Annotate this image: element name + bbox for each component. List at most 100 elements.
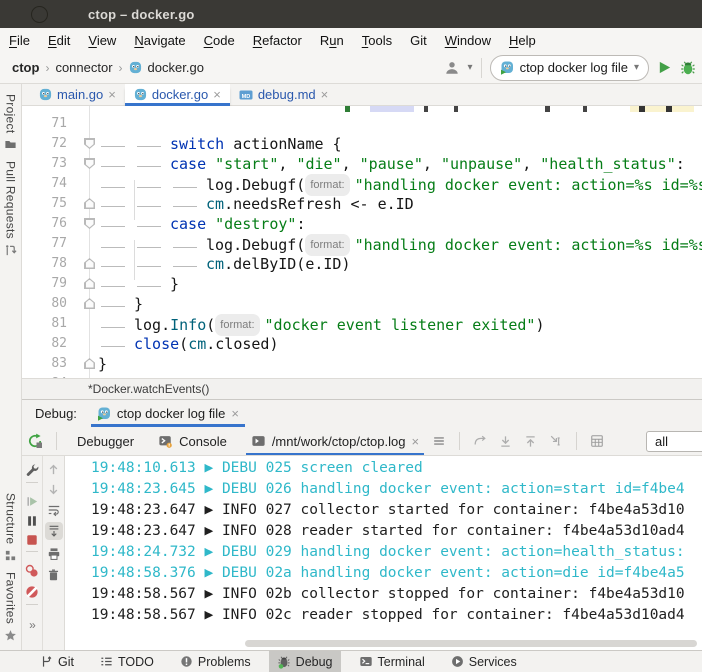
fold-marker-icon[interactable] — [84, 258, 95, 269]
breadcrumb-item-docker.go[interactable]: docker.go — [148, 60, 204, 75]
token — [206, 155, 215, 173]
tab-whitespace — [134, 265, 170, 269]
console-tab-console[interactable]: Console — [153, 427, 232, 455]
code-line-83: 83} — [22, 354, 702, 374]
tab-whitespace — [170, 205, 206, 209]
statusbar-label: Problems — [198, 655, 251, 669]
statusbar-services[interactable]: Services — [443, 651, 525, 672]
tool-window-button-structure[interactable]: Structure — [4, 493, 18, 562]
menu-bar: FileEditViewNavigateCodeRefactorRunTools… — [0, 28, 702, 52]
line-number: 80 — [22, 294, 67, 314]
fold-marker-icon[interactable] — [84, 158, 95, 169]
close-icon[interactable]: × — [231, 406, 239, 421]
toolbar-separator — [576, 432, 577, 450]
tab-whitespace — [170, 265, 206, 269]
code-line-82: 82close(cm.closed) — [22, 334, 702, 354]
close-icon[interactable]: × — [321, 88, 329, 101]
editor-tab-main.go[interactable]: main.go× — [30, 84, 125, 105]
menu-refactor[interactable]: Refactor — [244, 33, 311, 48]
close-icon[interactable]: × — [411, 434, 419, 449]
log-level-filter-select[interactable]: all — [646, 431, 702, 452]
run-button[interactable] — [657, 60, 672, 75]
fold-marker-icon[interactable] — [84, 218, 95, 229]
tool-window-label: Favorites — [4, 572, 18, 624]
breadcrumb-item-connector[interactable]: connector — [55, 60, 112, 75]
log-output[interactable]: 19:48:10.613 ▶ DEBU 025 screen cleared19… — [65, 456, 702, 650]
tab-label: Debugger — [77, 434, 134, 449]
fold-marker-icon[interactable] — [84, 138, 95, 149]
arrow-up-icon[interactable] — [47, 463, 60, 476]
token — [206, 215, 215, 233]
debug-session-tab[interactable]: ctop docker log file × — [91, 400, 245, 427]
menu-run[interactable]: Run — [311, 33, 353, 48]
resume-icon[interactable] — [26, 495, 39, 508]
token: actionName { — [224, 135, 341, 153]
fold-marker-icon[interactable] — [84, 358, 95, 369]
menu-tools[interactable]: Tools — [353, 33, 401, 48]
scroll-to-cursor-icon[interactable] — [549, 434, 563, 448]
view-breakpoints-icon[interactable] — [25, 564, 39, 578]
todo-list-icon — [100, 655, 113, 668]
console-tab--mnt-work-ctop-ctop-log[interactable]: /mnt/work/ctop/ctop.log× — [246, 427, 424, 455]
statusbar-git[interactable]: Git — [32, 651, 82, 672]
token: log. — [134, 316, 170, 334]
tool-window-button-pull-requests[interactable]: Pull Requests — [4, 161, 18, 257]
tool-window-button-project[interactable]: Project — [4, 94, 18, 151]
pause-icon[interactable] — [26, 515, 38, 527]
editor-tab-docker.go[interactable]: docker.go× — [125, 84, 230, 105]
code-editor[interactable]: 7172switch actionName {73case "start", "… — [22, 106, 702, 378]
tool-window-button-favorites[interactable]: Favorites — [4, 572, 18, 642]
menu-view[interactable]: View — [79, 33, 125, 48]
fold-marker-icon[interactable] — [84, 198, 95, 209]
mute-breakpoints-icon[interactable] — [25, 585, 39, 599]
code-text: case "destroy": — [98, 214, 305, 234]
printer-icon[interactable] — [47, 547, 61, 561]
more-actions-icon[interactable]: » — [29, 618, 35, 632]
run-configuration-select[interactable]: ctop docker log file ▾ — [490, 55, 649, 81]
scroll-to-end-icon[interactable] — [45, 522, 63, 540]
hamburger-icon[interactable] — [432, 434, 446, 448]
statusbar-terminal[interactable]: Terminal — [351, 651, 433, 672]
statusbar-debug[interactable]: Debug — [269, 651, 341, 672]
token: Info — [170, 316, 206, 334]
stop-icon[interactable] — [26, 534, 38, 546]
breadcrumb-item-ctop[interactable]: ctop — [12, 60, 39, 75]
menu-edit[interactable]: Edit — [39, 33, 79, 48]
console-tab-debugger[interactable]: Debugger — [72, 427, 139, 455]
code-text: log.Info(format:"docker event listener e… — [98, 314, 544, 336]
log-level-filter-value: all — [655, 434, 668, 449]
soft-wrap-icon[interactable] — [47, 503, 61, 517]
fold-marker-icon[interactable] — [84, 298, 95, 309]
grid-icon[interactable] — [590, 434, 604, 448]
editor-tab-debug.md[interactable]: MDdebug.md× — [230, 84, 337, 105]
code-line-81: 81log.Info(format:"docker event listener… — [22, 314, 702, 334]
line-number: 72 — [22, 134, 67, 154]
menu-help[interactable]: Help — [500, 33, 545, 48]
trash-icon[interactable] — [47, 568, 60, 582]
menu-window[interactable]: Window — [436, 33, 500, 48]
prev-occurrence-icon[interactable] — [473, 434, 487, 448]
menu-code[interactable]: Code — [195, 33, 244, 48]
method-breadcrumb[interactable]: *Docker.watchEvents() — [88, 382, 209, 396]
scroll-down-icon[interactable] — [499, 435, 512, 448]
user-account-icon[interactable] — [444, 60, 460, 76]
menu-git[interactable]: Git — [401, 33, 436, 48]
tab-label: Console — [179, 434, 227, 449]
menu-navigate[interactable]: Navigate — [125, 33, 194, 48]
scroll-up-icon[interactable] — [524, 435, 537, 448]
arrow-down-icon[interactable] — [47, 483, 60, 496]
horizontal-scrollbar[interactable] — [245, 640, 697, 647]
statusbar-problems[interactable]: Problems — [172, 651, 259, 672]
window-button-icon[interactable] — [31, 6, 48, 23]
fold-marker-icon[interactable] — [84, 278, 95, 289]
log-line-02b: 19:48:58.567 ▶ INFO 02b collector stoppe… — [65, 584, 702, 605]
wrench-icon[interactable] — [25, 463, 39, 477]
status-bar: Git TODO Problems Debug Terminal Services — [0, 650, 702, 672]
token: , — [342, 155, 360, 173]
debug-button[interactable] — [680, 60, 696, 76]
close-icon[interactable]: × — [108, 88, 116, 101]
rerun-button[interactable] — [27, 433, 43, 449]
close-icon[interactable]: × — [213, 88, 221, 101]
statusbar-todo[interactable]: TODO — [92, 651, 162, 672]
menu-file[interactable]: File — [0, 33, 39, 48]
